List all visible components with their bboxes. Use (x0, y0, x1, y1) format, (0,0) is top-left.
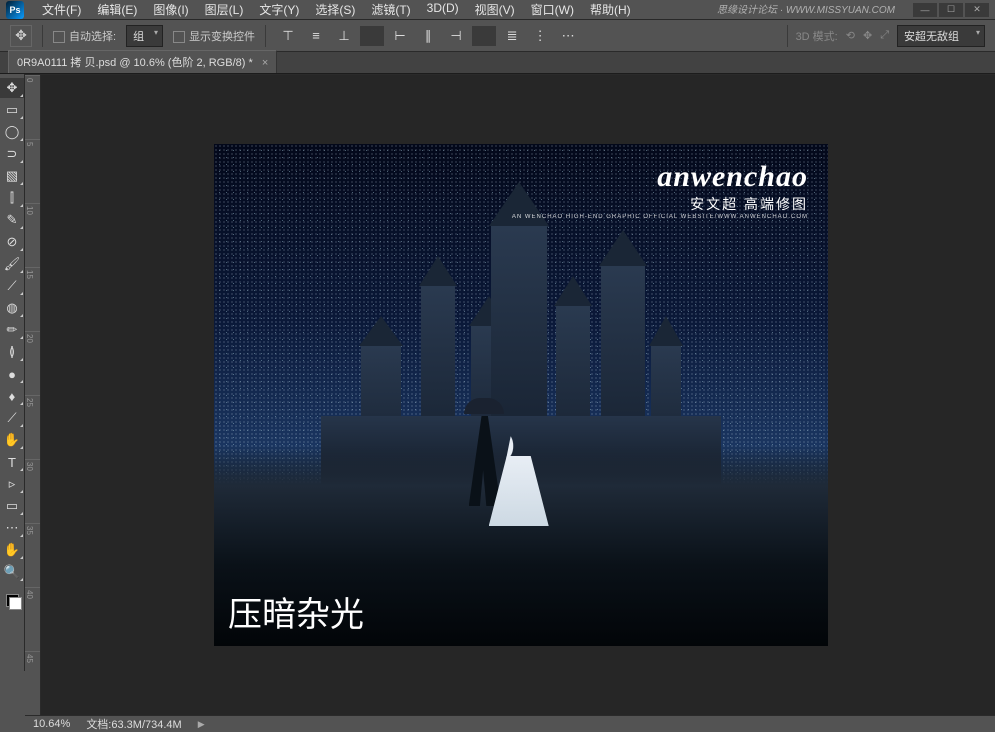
menu-item[interactable]: 帮助(H) (584, 0, 637, 20)
align-icons: ⊤ ≡ ⊥ ⊢ ∥ ⊣ ≣ ⋮ ⋯ (276, 26, 580, 46)
align-left-icon[interactable]: ⊢ (388, 26, 412, 46)
menu-item[interactable]: 选择(S) (309, 0, 361, 20)
tool-button[interactable]: ⊃ (0, 144, 24, 164)
distribute-3-icon[interactable]: ⋯ (556, 26, 580, 46)
brand-overlay: anwenchao 安文超 高端修图 AN WENCHAO HIGH-END G… (512, 160, 808, 220)
canvas[interactable]: anwenchao 安文超 高端修图 AN WENCHAO HIGH-END G… (41, 75, 995, 715)
titlebar: Ps 文件(F)编辑(E)图像(I)图层(L)文字(Y)选择(S)滤镜(T)3D… (0, 0, 995, 20)
main-menu: 文件(F)编辑(E)图像(I)图层(L)文字(Y)选择(S)滤镜(T)3D(D)… (36, 0, 637, 20)
menu-item[interactable]: 文字(Y) (253, 0, 305, 20)
watermark: 思缘设计论坛 · WWW.MISSYUAN.COM (717, 1, 895, 16)
orbit-icon[interactable]: ⟲ (846, 29, 855, 42)
show-transform-checkbox[interactable]: 显示变换控件 (173, 28, 255, 44)
status-bar: 10.64% 文档:63.3M/734.4M ▶ (25, 715, 995, 732)
auto-select-checkbox[interactable]: 自动选择: (53, 28, 116, 44)
tool-button[interactable]: ♦ (0, 386, 24, 406)
doc-size: 63.3M/734.4M (111, 719, 181, 731)
menu-item[interactable]: 滤镜(T) (365, 0, 416, 20)
zoom-value[interactable]: 10.64% (33, 718, 70, 730)
tool-button[interactable]: 🖌 (0, 254, 24, 274)
tool-button[interactable]: ▭ (0, 100, 24, 120)
tool-button[interactable]: ● (0, 364, 24, 384)
tool-button[interactable]: ▭ (0, 496, 24, 516)
pan-icon[interactable]: ✥ (863, 29, 872, 42)
preset-dropdown[interactable]: 安超无敌组 (897, 25, 985, 47)
maximize-button[interactable]: ☐ (939, 3, 963, 17)
distribute-1-icon[interactable]: ≣ (500, 26, 524, 46)
tool-button[interactable]: ≬ (0, 342, 24, 362)
tool-button[interactable]: ⟋ (0, 276, 24, 296)
canvas-area: 0510152025303540455055606570 05101520253… (25, 74, 995, 671)
tool-button[interactable]: ◯ (0, 122, 24, 142)
tool-button[interactable]: ▧ (0, 166, 24, 186)
menu-item[interactable]: 图层(L) (199, 0, 250, 20)
minimize-button[interactable]: — (913, 3, 937, 17)
ruler-vertical: 051015202530354045 (25, 75, 41, 715)
tool-button[interactable]: ✥ (0, 78, 24, 98)
tool-button[interactable]: T (0, 452, 24, 472)
caption-text: 压暗杂光 (228, 587, 364, 636)
couple-graphic (469, 406, 549, 526)
tool-button[interactable]: ✋ (0, 540, 24, 560)
align-top-icon[interactable]: ⊤ (276, 26, 300, 46)
align-right-icon[interactable]: ⊣ (444, 26, 468, 46)
options-bar: ✥ 自动选择: 组 显示变换控件 ⊤ ≡ ⊥ ⊢ ∥ ⊣ ≣ ⋮ ⋯ 3D 模式… (0, 20, 995, 52)
tool-button[interactable]: ✏ (0, 320, 24, 340)
menu-item[interactable]: 编辑(E) (91, 0, 143, 20)
tool-button[interactable]: ⫿ (0, 188, 24, 208)
menu-item[interactable]: 文件(F) (36, 0, 87, 20)
tool-button[interactable]: ◍ (0, 298, 24, 318)
mode-3d-label: 3D 模式: (796, 28, 838, 44)
align-bottom-icon[interactable]: ⊥ (332, 26, 356, 46)
auto-select-dropdown[interactable]: 组 (126, 25, 163, 47)
close-button[interactable]: ✕ (965, 3, 989, 17)
artwork: anwenchao 安文超 高端修图 AN WENCHAO HIGH-END G… (214, 144, 828, 646)
tool-button[interactable]: 🔍 (0, 562, 24, 582)
menu-item[interactable]: 图像(I) (147, 0, 194, 20)
app-icon: Ps (6, 1, 24, 19)
distribute-2-icon[interactable]: ⋮ (528, 26, 552, 46)
menu-item[interactable]: 窗口(W) (525, 0, 580, 20)
tool-button[interactable]: ⊘ (0, 232, 24, 252)
tool-button[interactable]: ⟋ (0, 408, 24, 428)
align-hcenter-icon[interactable]: ∥ (416, 26, 440, 46)
menu-item[interactable]: 视图(V) (469, 0, 521, 20)
window-controls: — ☐ ✕ (913, 3, 989, 17)
tool-button[interactable]: ▹ (0, 474, 24, 494)
status-menu-icon[interactable]: ▶ (198, 719, 205, 730)
tool-button[interactable]: ✋ (0, 430, 24, 450)
document-tabs: 0R9A0111 拷 贝.psd @ 10.6% (色阶 2, RGB/8) *… (0, 52, 995, 74)
scale-icon[interactable]: ⤢ (880, 29, 889, 42)
menu-item[interactable]: 3D(D) (421, 0, 465, 20)
document-tab[interactable]: 0R9A0111 拷 贝.psd @ 10.6% (色阶 2, RGB/8) *… (8, 50, 277, 73)
tool-button[interactable]: ⋯ (0, 518, 24, 538)
color-swatch[interactable] (2, 590, 22, 610)
align-vcenter-icon[interactable]: ≡ (304, 26, 328, 46)
tool-button[interactable]: ✎ (0, 210, 24, 230)
toolbar: ✥▭◯⊃▧⫿✎⊘🖌⟋◍✏≬●♦⟋✋T▹▭⋯✋🔍 (0, 74, 25, 671)
move-tool-icon[interactable]: ✥ (10, 25, 32, 47)
close-tab-icon[interactable]: × (262, 57, 268, 69)
